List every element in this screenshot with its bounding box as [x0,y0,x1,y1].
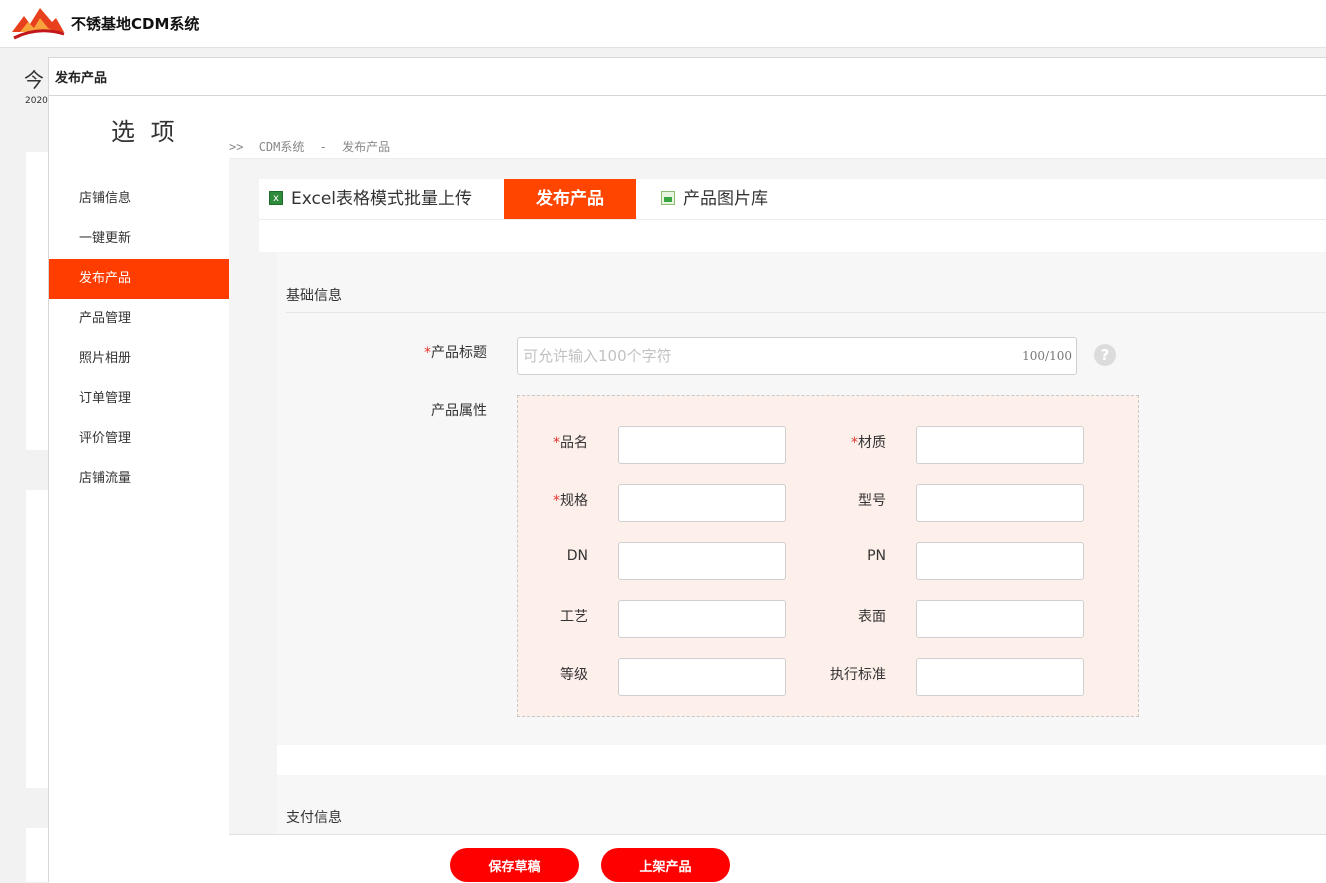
attr-label-grade: 等级 [518,664,588,684]
product-title-input[interactable] [518,338,1008,374]
background-year-label: 2020 [25,96,48,106]
sidebar-item-order-management[interactable]: 订单管理 [49,379,229,419]
tab-product-image-library[interactable]: 产品图片库 [661,179,768,219]
attr-label-text: 执行标准 [830,667,886,683]
publish-product-dialog: 发布产品 选 项 >> CDM系统 - 发布产品 店铺信息 一键更新 发布产品 … [48,57,1326,883]
section-title: 基础信息 [286,288,342,304]
attr-label-text: 工艺 [560,609,588,625]
app-title: 不锈基地CDM系统 [71,15,200,33]
image-icon [661,191,675,205]
action-footer: 保存草稿 上架产品 [229,834,1326,883]
attr-label-text: 等级 [560,667,588,683]
tab-excel-label: Excel表格模式批量上传 [291,189,473,209]
basic-info-section: 基础信息 *产品标题 100/100 ? 产品属性 *品名 *材质 *规格 型号 [277,253,1326,745]
product-title-label: *产品标题 [417,342,487,362]
attr-input-spec[interactable] [618,484,786,522]
background-card [26,152,48,450]
sidebar-item-shop-info[interactable]: 店铺信息 [49,179,229,219]
breadcrumb: >> CDM系统 - 发布产品 [229,138,398,155]
attr-input-standard[interactable] [916,658,1084,696]
background-card [26,828,48,882]
attr-label-dn: DN [518,548,588,564]
background-today-label: 今 [24,68,44,92]
required-mark: * [553,435,560,451]
breadcrumb-separator: - [319,140,327,154]
attr-label-text: 型号 [858,493,886,509]
excel-icon [269,179,283,219]
payment-info-section: 支付信息 [277,775,1326,834]
publish-product-button[interactable]: 上架产品 [601,848,730,882]
attr-label-model: 型号 [816,490,886,510]
tab-library-label: 产品图片库 [683,189,768,209]
product-title-label-text: 产品标题 [431,345,487,361]
attr-label-text: 材质 [858,435,886,451]
breadcrumb-root[interactable]: CDM系统 [259,140,305,154]
sidebar-item-photo-album[interactable]: 照片相册 [49,339,229,379]
sidebar-item-one-click-update[interactable]: 一键更新 [49,219,229,259]
tab-excel-batch-upload[interactable]: Excel表格模式批量上传 [269,179,472,219]
attr-input-name[interactable] [618,426,786,464]
attr-input-dn[interactable] [618,542,786,580]
sidebar: 店铺信息 一键更新 发布产品 产品管理 照片相册 订单管理 评价管理 店铺流量 [49,159,229,883]
section-title: 支付信息 [286,810,342,826]
attr-label-pn: PN [816,548,886,564]
product-attributes-box: *品名 *材质 *规格 型号 DN PN 工艺 表面 等级 执行标准 [517,395,1139,717]
required-mark: * [553,493,560,509]
tab-publish-product[interactable]: 发布产品 [504,179,636,219]
sidebar-item-product-management[interactable]: 产品管理 [49,299,229,339]
mountain-logo-icon [12,8,65,40]
main-content: Excel表格模式批量上传 发布产品 产品图片库 基础信息 *产品标题 100/… [229,159,1326,834]
sidebar-item-review-management[interactable]: 评价管理 [49,419,229,459]
attr-label-text: PN [867,548,886,564]
options-heading: 选 项 [111,118,179,146]
attr-label-text: 规格 [560,493,588,509]
attr-label-surface: 表面 [816,606,886,626]
breadcrumb-prefix: >> [229,140,244,154]
attr-label-material: *材质 [816,432,886,452]
sidebar-item-publish-product[interactable]: 发布产品 [49,259,229,299]
attr-input-pn[interactable] [916,542,1084,580]
required-mark: * [424,345,431,361]
spacer [259,220,1326,252]
help-icon[interactable]: ? [1094,344,1116,366]
attr-input-model[interactable] [916,484,1084,522]
attr-input-surface[interactable] [916,600,1084,638]
attr-label-text: 品名 [560,435,588,451]
app-header: 不锈基地CDM系统 [0,0,1326,48]
attr-label-name: *品名 [518,432,588,452]
attr-label-spec: *规格 [518,490,588,510]
attr-label-text: DN [566,548,588,564]
background-card [26,490,48,788]
product-attributes-label: 产品属性 [431,403,487,419]
divider [286,312,1326,313]
spacer [277,745,1326,775]
attr-label-standard: 执行标准 [816,664,886,684]
product-title-field: 100/100 [517,337,1077,375]
attr-label-process: 工艺 [518,606,588,626]
attr-input-process[interactable] [618,600,786,638]
tab-bar: Excel表格模式批量上传 发布产品 产品图片库 [259,179,1326,220]
dialog-title: 发布产品 [55,71,108,86]
attr-input-material[interactable] [916,426,1084,464]
sidebar-item-shop-traffic[interactable]: 店铺流量 [49,459,229,499]
save-draft-button[interactable]: 保存草稿 [450,848,579,882]
required-mark: * [851,435,858,451]
attr-input-grade[interactable] [618,658,786,696]
attr-label-text: 表面 [858,609,886,625]
char-count: 100/100 [1022,349,1072,363]
breadcrumb-current: 发布产品 [342,140,391,154]
dialog-titlebar[interactable]: 发布产品 [49,58,1326,96]
